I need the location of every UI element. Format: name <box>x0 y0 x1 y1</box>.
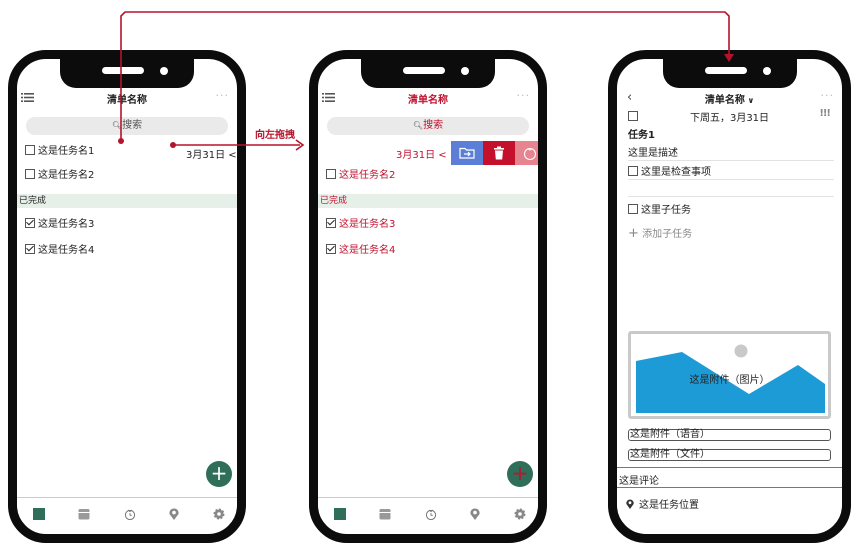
tomato-timer-icon <box>523 147 537 161</box>
swiped-task-date[interactable]: 3月31日 < <box>396 146 447 161</box>
header: ‹ 清单名称 ∨ ··· <box>617 89 842 107</box>
task-description[interactable]: 这里是描述 <box>628 144 678 159</box>
task-row[interactable]: 这是任务名3 <box>326 217 395 233</box>
location-pin-icon <box>626 499 634 509</box>
more-icon[interactable]: ··· <box>517 89 531 102</box>
comment[interactable]: 这是评论 <box>619 472 659 487</box>
task-row[interactable]: 这是任务名2 <box>326 168 395 184</box>
add-subtask-button[interactable]: + 添加子任务 <box>628 225 692 241</box>
search-icon: 🔍︎ <box>111 121 123 130</box>
header: 清单名称 ··· <box>318 89 538 107</box>
task-name: 这是任务名2 <box>38 170 95 181</box>
tab-bar <box>17 497 237 534</box>
tab-bar <box>318 497 538 534</box>
tab-tasks-icon[interactable] <box>33 508 45 520</box>
pomodoro-start-button[interactable] <box>515 141 538 165</box>
header: 清单名称 ··· <box>17 89 237 107</box>
tab-tasks-icon[interactable] <box>334 508 346 520</box>
folder-move-icon <box>459 147 475 159</box>
swipe-label: 向左拖拽 <box>255 130 295 141</box>
task-location[interactable]: 这是任务位置 <box>625 496 699 511</box>
task-checkbox[interactable] <box>326 169 336 179</box>
attachment-file[interactable]: 这是附件（文件） <box>628 449 831 461</box>
tab-location-icon[interactable] <box>469 508 481 520</box>
task-name: 这是任务名3 <box>339 219 396 230</box>
chevron-left-icon: < <box>225 150 237 161</box>
notch <box>361 59 495 88</box>
task-due-date: 3月31日 < <box>186 150 237 161</box>
subtask-checkbox[interactable] <box>628 204 638 214</box>
attachment-audio[interactable]: 这是附件（语音） <box>628 429 831 441</box>
phone-swipe-view: 清单名称 ··· 🔍︎搜索 3月31日 < 这是任务名2 已完成 这是任务名3 … <box>309 50 547 543</box>
tab-location-icon[interactable] <box>168 508 180 520</box>
tab-settings-gear-icon[interactable] <box>213 508 225 520</box>
list-title[interactable]: 清单名称 <box>318 91 538 106</box>
more-icon[interactable]: ··· <box>216 89 230 102</box>
task-checkbox[interactable] <box>25 169 35 179</box>
more-icon[interactable]: ··· <box>821 89 835 102</box>
task-name: 这是任务名2 <box>339 170 396 181</box>
move-to-folder-button[interactable] <box>451 141 483 165</box>
task-row[interactable]: 这是任务名2 <box>25 168 94 184</box>
chevron-down-icon: ∨ <box>744 96 755 105</box>
tab-pomodoro-icon[interactable] <box>424 508 437 520</box>
tab-calendar-icon[interactable] <box>379 508 391 520</box>
task-row[interactable]: 这是任务名4 <box>25 243 94 259</box>
notch <box>662 59 797 88</box>
tab-settings-gear-icon[interactable] <box>514 508 526 520</box>
task-row[interactable]: 这是任务名3 <box>25 217 94 233</box>
plus-icon: + <box>628 226 639 241</box>
search-placeholder: 搜索 <box>423 120 444 131</box>
task-name: 这是任务名3 <box>38 219 95 230</box>
search-input[interactable]: 🔍︎搜索 <box>26 117 228 135</box>
task-name: 这是任务名4 <box>38 245 95 256</box>
notch <box>60 59 194 88</box>
task-checkbox[interactable] <box>25 145 35 155</box>
phone-list-view: 清单名称 ··· 🔍︎搜索 这是任务名1 3月31日 < 这是任务名2 已完成 … <box>8 50 246 543</box>
task-title[interactable]: 任务1 <box>628 126 655 141</box>
tab-pomodoro-icon[interactable] <box>123 508 136 520</box>
completed-section-header[interactable]: 已完成 <box>17 194 237 208</box>
task-checkbox-checked[interactable] <box>326 244 336 254</box>
search-input[interactable]: 🔍︎搜索 <box>327 117 529 135</box>
checklist-checkbox[interactable] <box>628 166 638 176</box>
task-row[interactable]: 这是任务名1 <box>25 144 94 160</box>
priority-icon[interactable]: !!! <box>819 108 831 119</box>
list-title-dropdown[interactable]: 清单名称 ∨ <box>617 91 842 106</box>
phone-task-detail: ‹ 清单名称 ∨ ··· 下周五，3月31日 !!! 任务1 这里是描述 这里是… <box>608 50 851 543</box>
subtask-item[interactable]: 这里子任务 <box>628 201 691 216</box>
task-name: 这是任务名4 <box>339 245 396 256</box>
search-placeholder: 搜索 <box>122 120 143 131</box>
task-checkbox-checked[interactable] <box>25 218 35 228</box>
task-checkbox-checked[interactable] <box>326 218 336 228</box>
search-icon: 🔍︎ <box>412 121 424 130</box>
due-date[interactable]: 下周五，3月31日 <box>617 109 842 124</box>
tab-calendar-icon[interactable] <box>78 508 90 520</box>
delete-button[interactable] <box>483 141 515 165</box>
attachment-image-label: 这是附件（图片） <box>689 375 770 386</box>
checklist-item[interactable]: 这里是检查事项 <box>628 163 711 178</box>
task-name: 这是任务名1 <box>38 146 95 157</box>
add-task-button[interactable]: + <box>206 461 232 487</box>
task-checkbox-checked[interactable] <box>25 244 35 254</box>
attachment-image[interactable]: 这是附件（图片） <box>628 331 831 419</box>
trash-icon <box>494 146 504 160</box>
chevron-left-icon: < <box>435 150 447 161</box>
add-task-button[interactable]: + <box>507 461 533 487</box>
task-row[interactable]: 这是任务名4 <box>326 243 395 259</box>
list-title[interactable]: 清单名称 <box>17 91 237 106</box>
completed-section-header[interactable]: 已完成 <box>318 194 538 208</box>
